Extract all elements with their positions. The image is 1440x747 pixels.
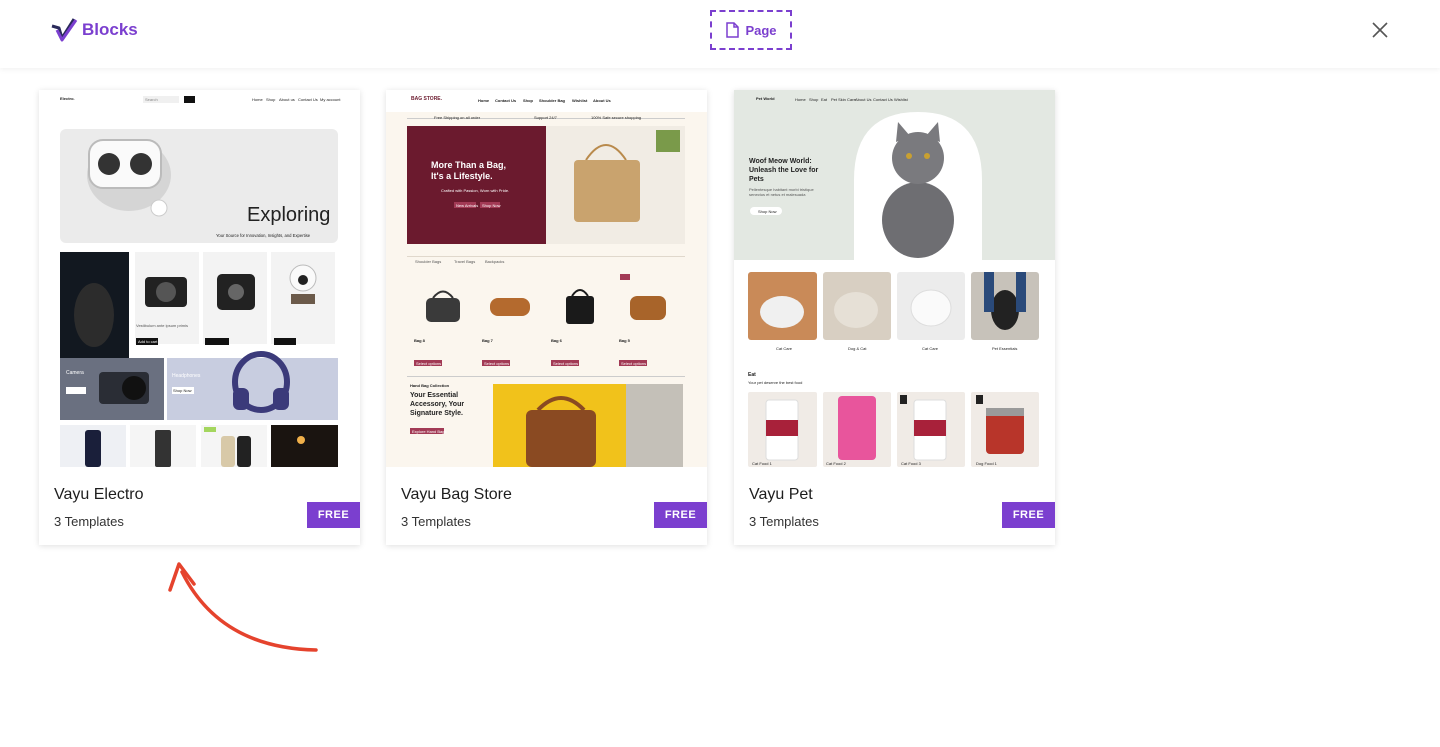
electro-logo: Electro. [60,96,75,101]
pet-nav-wishlist: Wishlist [894,97,908,102]
bag-btn-shop: Shop Now [482,203,501,208]
bag-item-5: Bag 5 [619,338,630,343]
electro-search: Search [145,97,158,102]
bag-logo: BAG STORE. [411,96,443,102]
electro-nav-account: My account [320,97,341,102]
bag-select-1: Select options [416,361,442,366]
bag-select-3: Select options [553,361,579,366]
brand-logo[interactable]: Blocks [50,16,138,44]
free-badge: FREE [307,502,360,528]
electro-hero-sub: Your Source for Innovation, Insights, an… [216,233,311,238]
bag-btn-new: New Arrivals [456,203,479,208]
bag-strip-1: Free Shipping on all order [434,115,481,120]
bag-nav-shoulder: Shoulder Bag [539,98,566,103]
bag-nav-wishlist: Wishlist [572,98,588,103]
pet-eat-sub: Your pet deserve the best food [748,380,803,385]
close-icon [1372,22,1388,38]
bag-nav-shop: Shop [523,98,533,103]
template-preview-pet[interactable]: Pet World Home Shop Eat Pet Skin Care Ab… [734,90,1055,467]
pet-nav-skincare: Pet Skin Care [831,97,856,102]
electro-product-caption: Vestibulum ante ipsum primis [136,323,189,328]
pet-nav-home: Home [795,97,806,102]
pet-nav-about: About Us [855,97,872,102]
blocks-check-icon [51,18,78,42]
pet-nav-eat: Eat [821,97,828,102]
bag-select-2: Select options [484,361,510,366]
pet-logo: Pet World [756,96,775,101]
template-card-electro[interactable]: Electro. Search Home Shop About us Conta… [39,90,360,545]
bag-item-8: Bag 8 [414,338,425,343]
pet-cat-4: Pet Essentials [992,346,1018,351]
pet-preview-graphic [734,90,1055,467]
bag-nav-contact: Contact Us [495,98,517,103]
pet-cat-1: Cat Care [776,346,793,351]
electro-banner-left: Camera [66,370,84,376]
bag-promo-title: Your Essential Accessory, Your Signature… [410,392,465,417]
bag-nav-home: Home [478,98,490,103]
bag-tab-backpacks: Backpacks [485,259,505,264]
template-preview-bag-store[interactable]: BAG STORE. Home Contact Us Shop Shoulder… [386,90,707,467]
pet-food-1: Cat Food 1 [752,461,772,466]
template-card-pet[interactable]: Pet World Home Shop Eat Pet Skin Care Ab… [734,90,1055,545]
pet-hero-btn: Shop Now [758,209,777,214]
pet-hero-sub: Pellentesque habitant morbi tristique se… [749,187,814,197]
electro-preview-graphic [39,90,360,467]
bag-promo-btn: Explore Hand Bags [412,429,447,434]
bag-hero-title: More Than a Bag, It's a Lifestyle. [431,160,507,181]
free-badge: FREE [654,502,707,528]
electro-nav-shop: Shop [266,97,276,102]
card-title: Vayu Bag Store [401,486,512,503]
tab-page-label: Page [745,22,777,38]
template-preview-electro[interactable]: Electro. Search Home Shop About us Conta… [39,90,360,467]
bag-item-7: Bag 7 [482,338,493,343]
bag-hero-sub: Crafted with Passion, Worn with Pride. [441,188,510,193]
bag-tab-travel: Travel Bags [454,259,476,264]
close-button[interactable] [1368,18,1392,42]
bag-strip-3: 100% Safe secure shopping [591,115,642,120]
card-template-count: 3 Templates [749,514,819,529]
pet-cat-2: Dog & Cat [848,346,867,351]
pet-nav-contact: Contact Us [873,97,893,102]
card-title: Vayu Electro [54,486,144,503]
brand-name: Blocks [82,20,138,39]
electro-add-to-cart: Add to cart [138,339,158,344]
pet-food-4: Dog Food 1 [976,461,997,466]
electro-banner-right: Headphones [172,373,201,379]
electro-nav-home: Home [252,97,263,102]
pet-hero-title: Woof Meow World: Unleash the Love for Pe… [749,158,819,183]
pet-nav-shop: Shop [809,97,819,102]
electro-nav-contact: Contact Us [298,97,318,102]
pet-food-3: Cat Food 3 [901,461,921,466]
card-title: Vayu Pet [749,486,813,503]
card-template-count: 3 Templates [54,514,124,529]
page-icon [726,22,740,38]
bag-strip-2: Support 24/7 [534,115,557,120]
top-bar: Blocks Page [0,0,1440,68]
pet-eat-title: Eat [748,372,756,378]
annotation-arrow-icon [168,562,318,652]
bag-item-6: Bag 6 [551,338,562,343]
electro-nav-about: About us [279,97,295,102]
pet-food-2: Cat Food 2 [826,461,846,466]
card-template-count: 3 Templates [401,514,471,529]
bag-tab-shoulder: Shoulder Bags [415,259,442,264]
electro-hero-title: Exploring [247,204,331,226]
electro-shop-now: Shop Now [173,388,192,393]
free-badge: FREE [1002,502,1055,528]
bag-nav-about: About Us [593,98,611,103]
pet-cat-3: Cat Care [922,346,939,351]
bag-collection: Hand Bag Collection [410,383,450,388]
bag-select-4: Select options [621,361,647,366]
template-card-bag-store[interactable]: BAG STORE. Home Contact Us Shop Shoulder… [386,90,707,545]
tab-page[interactable]: Page [710,10,792,50]
